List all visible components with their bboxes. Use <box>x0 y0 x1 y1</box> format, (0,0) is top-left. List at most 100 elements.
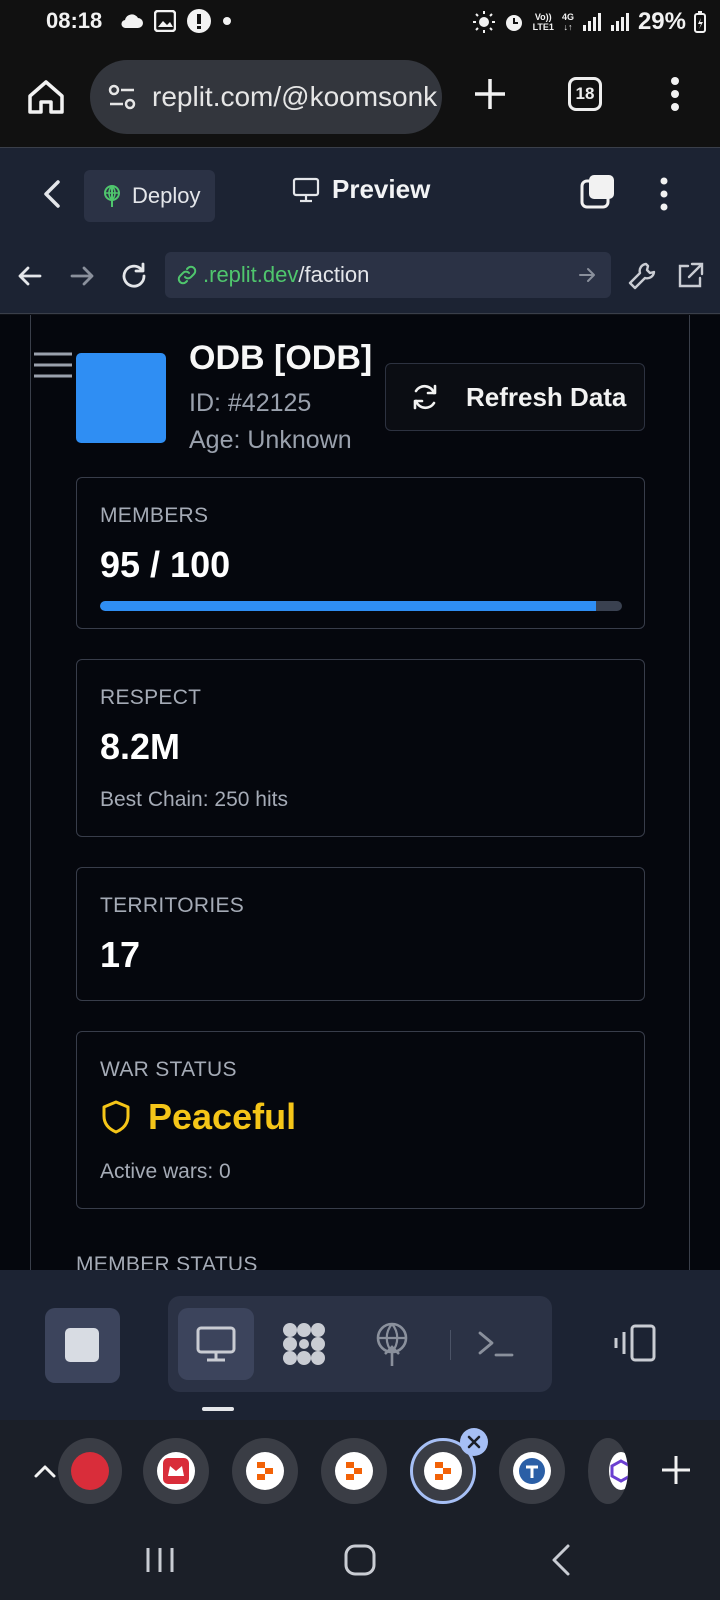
browser-menu-icon[interactable] <box>660 74 690 114</box>
stop-button[interactable] <box>45 1308 120 1383</box>
best-chain-text: Best Chain: 250 hits <box>100 788 288 811</box>
new-tab-icon[interactable] <box>470 74 510 114</box>
tab-favicon[interactable] <box>143 1438 209 1504</box>
alarm-icon <box>505 15 522 31</box>
tab-switcher-button[interactable]: 18 <box>568 77 602 111</box>
home-nav-icon[interactable] <box>340 1540 380 1580</box>
url-bar[interactable]: replit.com/@koomsonk <box>90 60 442 134</box>
card-label: TERRITORIES <box>100 894 245 917</box>
tool-preview[interactable] <box>178 1308 254 1380</box>
copy-window-icon[interactable] <box>578 172 618 212</box>
territories-card: TERRITORIES 17 <box>76 867 645 1001</box>
webview-address-field[interactable]: .replit.dev/faction <box>165 252 611 298</box>
refresh-data-button[interactable]: Refresh Data <box>385 363 645 431</box>
card-label: WAR STATUS <box>100 1058 237 1081</box>
signal-icon-2 <box>610 13 629 31</box>
chevron-up-icon[interactable] <box>30 1456 60 1486</box>
arrow-right-icon[interactable] <box>66 260 98 292</box>
replit-icon <box>346 1462 362 1480</box>
external-link-icon[interactable] <box>674 260 706 292</box>
territories-value: 17 <box>100 934 141 975</box>
faction-name: ODB [ODB] <box>189 339 373 377</box>
members-progress-bar <box>100 601 622 611</box>
tab-favicon[interactable] <box>499 1438 565 1504</box>
replit-toolbar <box>0 1270 720 1420</box>
war-status-card: WAR STATUS Peaceful Active wars: 0 <box>76 1031 645 1209</box>
preview-label: Preview <box>332 174 431 204</box>
monitor-icon <box>292 177 320 202</box>
tool-shell[interactable] <box>458 1308 534 1380</box>
globe-icon <box>519 1458 545 1484</box>
replit-menu-icon[interactable] <box>652 174 676 214</box>
hexagon-icon <box>610 1459 628 1483</box>
tab-favicon-partial[interactable] <box>58 1438 122 1504</box>
card-label: RESPECT <box>100 686 202 709</box>
members-progress-fill <box>100 601 596 611</box>
gallery-icon <box>154 10 176 32</box>
alert-icon <box>187 9 211 33</box>
arrow-left-icon[interactable] <box>14 260 46 292</box>
data-indicator: 4G ↓↑ <box>561 12 574 32</box>
deploy-icon <box>104 185 120 207</box>
deploy-icon <box>376 1322 408 1366</box>
active-wars-text: Active wars: 0 <box>100 1160 231 1183</box>
stop-icon <box>65 1328 99 1362</box>
faction-logo <box>76 353 166 443</box>
crown-icon <box>163 1458 189 1484</box>
tool-deploy[interactable] <box>354 1308 430 1380</box>
tool-workspace[interactable] <box>266 1308 342 1380</box>
battery-percent: 29% <box>637 8 686 35</box>
tab-favicon[interactable] <box>232 1438 298 1504</box>
address-domain: .replit.dev <box>203 262 299 287</box>
deploy-button[interactable]: Deploy <box>84 170 215 222</box>
faction-id: ID: #42125 <box>189 389 312 417</box>
workspace-icon <box>283 1323 325 1365</box>
replit-icon <box>435 1462 451 1480</box>
go-arrow-icon[interactable] <box>577 265 597 285</box>
battery-icon <box>694 11 706 33</box>
respect-value: 8.2M <box>100 726 181 767</box>
signal-icon <box>582 13 601 31</box>
close-tab-button[interactable] <box>460 1428 488 1456</box>
members-value: 95 / 100 <box>100 544 231 585</box>
hamburger-menu-icon[interactable] <box>34 351 72 379</box>
frame-divider <box>689 315 690 1270</box>
browser-toolbar: replit.com/@koomsonk 18 <box>0 46 720 148</box>
faction-page: ODB [ODB] ID: #42125 Age: Unknown Refres… <box>0 315 720 1270</box>
wrench-icon[interactable] <box>626 260 658 292</box>
layout-toggle-icon[interactable] <box>612 1318 662 1368</box>
refresh-label: Refresh Data <box>466 381 627 412</box>
new-tab-icon[interactable] <box>658 1452 694 1488</box>
war-status-row: Peaceful <box>100 1096 296 1138</box>
site-settings-icon[interactable] <box>104 79 140 115</box>
respect-card: RESPECT 8.2M Best Chain: 250 hits <box>76 659 645 837</box>
tool-divider <box>450 1330 451 1360</box>
system-navigation-bar <box>0 1520 720 1600</box>
address-path: /faction <box>298 262 370 287</box>
dot-icon <box>223 17 231 25</box>
home-icon[interactable] <box>24 74 68 118</box>
chevron-left-icon[interactable] <box>38 174 68 214</box>
refresh-icon <box>413 384 437 410</box>
cloud-icon <box>121 14 143 29</box>
reload-icon[interactable] <box>118 260 150 292</box>
crown-icon <box>71 1452 109 1490</box>
war-status-value: Peaceful <box>148 1096 297 1137</box>
brightness-icon <box>472 11 495 33</box>
replit-header: Deploy Preview <box>0 148 720 242</box>
network-indicator: Vo)) LTE1 <box>532 12 554 32</box>
back-nav-icon[interactable] <box>542 1540 582 1580</box>
tool-group <box>168 1296 552 1392</box>
tab-preview[interactable]: Preview <box>292 174 430 205</box>
shell-icon <box>478 1331 514 1357</box>
members-card: MEMBERS 95 / 100 <box>76 477 645 629</box>
preview-icon <box>196 1326 236 1362</box>
faction-age: Age: Unknown <box>189 426 352 454</box>
browser-tab-strip <box>0 1420 720 1520</box>
tab-favicon[interactable] <box>321 1438 387 1504</box>
active-tool-indicator <box>202 1407 234 1411</box>
url-text[interactable]: replit.com/@koomsonk <box>152 81 437 113</box>
frame-divider <box>30 315 31 1270</box>
tab-favicon-partial[interactable] <box>588 1438 628 1504</box>
recents-icon[interactable] <box>140 1540 180 1580</box>
